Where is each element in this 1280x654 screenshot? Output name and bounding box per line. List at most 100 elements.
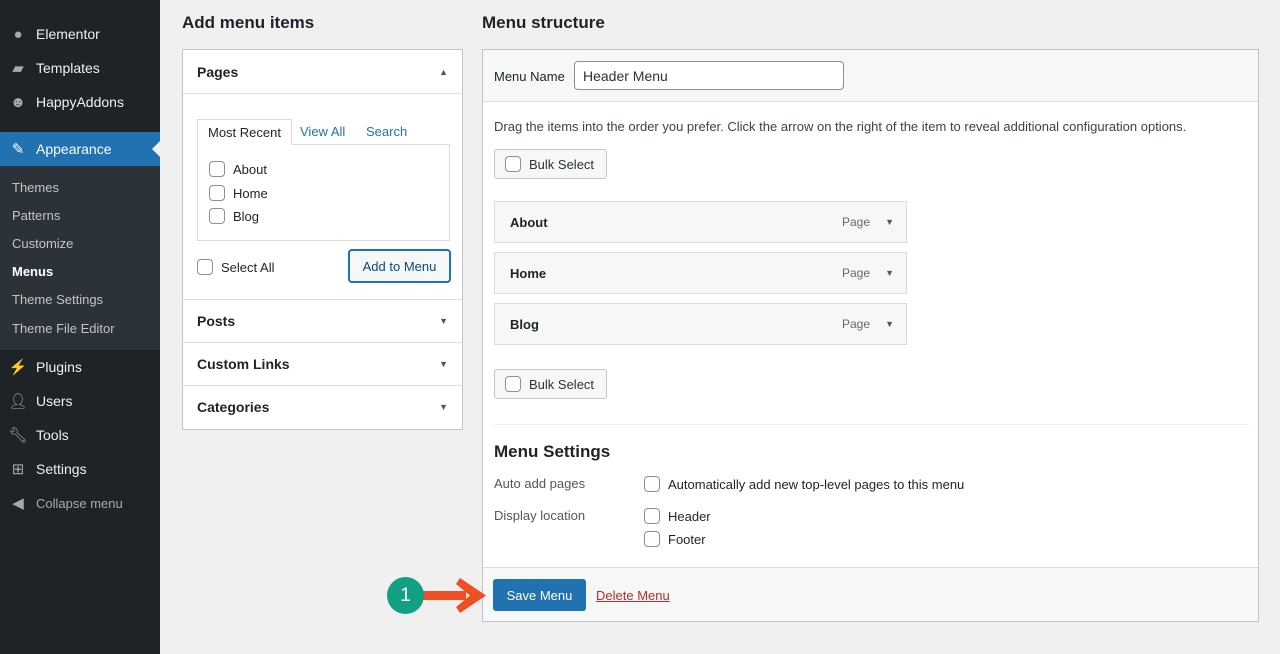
expand-arrow-icon[interactable]: ▼: [885, 319, 894, 329]
section-label: Posts: [197, 313, 236, 329]
sidebar-item-label: Elementor: [36, 26, 100, 42]
sidebar-item-label: Plugins: [36, 359, 82, 375]
option-label: Automatically add new top-level pages to…: [668, 476, 965, 492]
location-footer[interactable]: Footer: [644, 531, 706, 547]
submenu-patterns[interactable]: Patterns: [12, 208, 60, 223]
chevron-down-icon: ▼: [439, 402, 448, 412]
sidebar-item-happyaddons[interactable]: ☻ HappyAddons: [0, 85, 160, 119]
bulk-select-label: Bulk Select: [529, 156, 595, 172]
page-option-about[interactable]: About: [209, 161, 267, 177]
checkbox[interactable]: [209, 185, 225, 201]
menu-name-input[interactable]: [574, 61, 844, 90]
save-menu-button[interactable]: Save Menu: [493, 579, 586, 611]
sidebar-item-label: Users: [36, 393, 73, 409]
sidebar-item-elementor[interactable]: ● Elementor: [0, 17, 160, 51]
expand-arrow-icon[interactable]: ▼: [885, 268, 894, 278]
chevron-down-icon: ▼: [439, 359, 448, 369]
bulk-select-button-top[interactable]: Bulk Select: [494, 149, 607, 179]
chevron-up-icon: ▲: [439, 66, 448, 77]
menu-item-title: Home: [510, 265, 547, 281]
page-label: Home: [233, 185, 268, 201]
sliders-icon: ⊞: [11, 461, 25, 478]
divider: [494, 424, 1249, 425]
elementor-icon: ●: [13, 25, 23, 43]
collapse-menu-button[interactable]: ◀ Collapse menu: [0, 486, 160, 520]
checkbox: [505, 376, 521, 392]
posts-section-header[interactable]: Posts ▼: [183, 299, 462, 342]
menu-name-bar: Menu Name: [483, 50, 1258, 102]
checkbox[interactable]: [209, 208, 225, 224]
menu-item-about[interactable]: About Page ▼: [494, 201, 907, 243]
submenu-customize[interactable]: Customize: [12, 236, 73, 251]
menu-item-title: About: [510, 214, 548, 230]
categories-section-header[interactable]: Categories ▼: [183, 385, 462, 428]
menu-item-title: Blog: [510, 316, 539, 332]
auto-add-option[interactable]: Automatically add new top-level pages to…: [644, 476, 964, 492]
sidebar-item-tools[interactable]: 🔧︎ Tools: [0, 418, 160, 452]
sidebar-item-settings[interactable]: ⊞ Settings: [0, 452, 160, 486]
add-menu-items-title: Add menu items: [182, 13, 315, 32]
bulk-select-button-bottom[interactable]: Bulk Select: [494, 369, 607, 399]
sidebar-item-label: Appearance: [36, 141, 112, 157]
checkbox[interactable]: [197, 259, 213, 275]
menu-structure-title: Menu structure: [482, 13, 605, 32]
menu-item-type: Page: [841, 215, 870, 229]
tab-view-all[interactable]: View All: [300, 124, 345, 139]
checkbox[interactable]: [644, 531, 660, 547]
delete-menu-link[interactable]: Delete Menu: [596, 588, 670, 603]
checkbox[interactable]: [644, 476, 660, 492]
submenu-menus[interactable]: Menus: [12, 264, 53, 279]
expand-arrow-icon[interactable]: ▼: [885, 217, 894, 227]
bulk-select-label: Bulk Select: [529, 376, 595, 392]
submenu-theme-file-editor[interactable]: Theme File Editor: [12, 321, 115, 336]
arrow-right-icon: [418, 578, 486, 613]
menu-item-home[interactable]: Home Page ▼: [494, 252, 907, 294]
happy-face-icon: ☻: [10, 93, 26, 111]
collapse-icon: ◀: [12, 495, 24, 512]
menu-item-type: Page: [841, 317, 870, 331]
select-all-label: Select All: [221, 259, 275, 275]
submenu-themes[interactable]: Themes: [12, 180, 59, 195]
display-location-label: Display location: [494, 508, 586, 523]
folder-icon: ▰: [12, 60, 24, 77]
sidebar-item-plugins[interactable]: ⚡ Plugins: [0, 350, 160, 384]
menu-item-blog[interactable]: Blog Page ▼: [494, 303, 907, 345]
page-label: About: [233, 161, 267, 177]
section-label: Categories: [197, 399, 270, 415]
admin-sidebar: ● Elementor ▰ Templates ☻ HappyAddons ✎ Appe…: [0, 0, 160, 654]
menu-structure-panel: Menu Name Drag the items into the order …: [482, 49, 1259, 622]
pages-section-header[interactable]: Pages ▲: [183, 50, 462, 93]
chevron-down-icon: ▼: [439, 316, 448, 326]
location-header[interactable]: Header: [644, 508, 711, 524]
sidebar-item-label: Settings: [36, 461, 87, 477]
sidebar-item-appearance[interactable]: ✎ Appearance: [0, 132, 160, 166]
sidebar-item-label: Tools: [36, 427, 69, 443]
checkbox[interactable]: [644, 508, 660, 524]
select-all[interactable]: Select All: [197, 259, 274, 275]
checkbox[interactable]: [209, 161, 225, 177]
custom-links-section-header[interactable]: Custom Links ▼: [183, 342, 462, 385]
menu-item-type: Page: [841, 266, 870, 280]
appearance-submenu: Themes Patterns Customize Menus Theme Se…: [0, 166, 160, 350]
tab-most-recent[interactable]: Most Recent: [197, 119, 292, 145]
option-label: Header: [668, 508, 711, 524]
menu-settings-title: Menu Settings: [494, 442, 611, 461]
divider: [183, 93, 462, 94]
tab-search[interactable]: Search: [366, 124, 407, 139]
submenu-theme-settings[interactable]: Theme Settings: [12, 292, 103, 307]
auto-add-label: Auto add pages: [494, 476, 586, 491]
pages-list: About Home Blog: [197, 144, 450, 241]
sidebar-item-templates[interactable]: ▰ Templates: [0, 51, 160, 85]
pages-label: Pages: [197, 63, 239, 80]
add-menu-items-panel: Pages ▲ Most Recent View All Search About…: [182, 49, 463, 430]
add-to-menu-button[interactable]: Add to Menu: [349, 250, 450, 282]
sidebar-item-users[interactable]: 👤︎ Users: [0, 384, 160, 418]
wrench-icon: 🔧︎: [8, 427, 28, 444]
option-label: Footer: [668, 531, 706, 547]
user-icon: 👤︎: [8, 393, 28, 410]
page-option-home[interactable]: Home: [209, 185, 268, 201]
checkbox: [505, 156, 521, 172]
page-option-blog[interactable]: Blog: [209, 208, 259, 224]
instructions-text: Drag the items into the order you prefer…: [494, 119, 1187, 134]
menu-name-label: Menu Name: [494, 69, 565, 84]
